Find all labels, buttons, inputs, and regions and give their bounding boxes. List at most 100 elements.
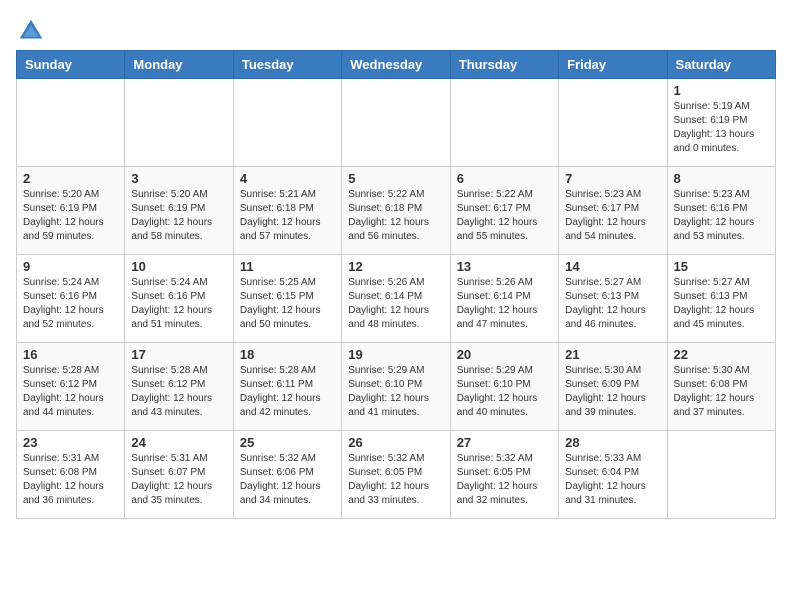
day-info: Sunrise: 5:20 AMSunset: 6:19 PMDaylight:… [131,188,226,244]
day-number: 11 [240,259,335,274]
day-number: 22 [674,347,769,362]
weekday-header-thursday: Thursday [450,51,558,79]
day-info: Sunrise: 5:28 AMSunset: 6:11 PMDaylight:… [240,364,335,420]
day-info: Sunrise: 5:30 AMSunset: 6:08 PMDaylight:… [674,364,769,420]
calendar-day-cell: 22 Sunrise: 5:30 AMSunset: 6:08 PMDayligh… [667,343,775,431]
calendar-day-cell: 17 Sunrise: 5:28 AMSunset: 6:12 PMDayligh… [125,343,233,431]
calendar-day-cell: 2 Sunrise: 5:20 AMSunset: 6:19 PMDaylight… [17,167,125,255]
day-number: 3 [131,171,226,186]
day-info: Sunrise: 5:27 AMSunset: 6:13 PMDaylight:… [674,276,769,332]
day-info: Sunrise: 5:27 AMSunset: 6:13 PMDaylight:… [565,276,660,332]
day-info: Sunrise: 5:19 AMSunset: 6:19 PMDaylight:… [674,100,769,156]
calendar-day-cell: 7 Sunrise: 5:23 AMSunset: 6:17 PMDaylight… [559,167,667,255]
calendar-header-row: SundayMondayTuesdayWednesdayThursdayFrid… [17,51,776,79]
day-info: Sunrise: 5:31 AMSunset: 6:07 PMDaylight:… [131,452,226,508]
logo-icon [16,16,46,46]
day-number: 7 [565,171,660,186]
day-info: Sunrise: 5:25 AMSunset: 6:15 PMDaylight:… [240,276,335,332]
day-info: Sunrise: 5:20 AMSunset: 6:19 PMDaylight:… [23,188,118,244]
day-number: 21 [565,347,660,362]
day-number: 18 [240,347,335,362]
calendar-day-cell: 9 Sunrise: 5:24 AMSunset: 6:16 PMDaylight… [17,255,125,343]
day-number: 13 [457,259,552,274]
day-info: Sunrise: 5:23 AMSunset: 6:16 PMDaylight:… [674,188,769,244]
calendar-day-cell: 20 Sunrise: 5:29 AMSunset: 6:10 PMDayligh… [450,343,558,431]
day-info: Sunrise: 5:24 AMSunset: 6:16 PMDaylight:… [23,276,118,332]
day-info: Sunrise: 5:30 AMSunset: 6:09 PMDaylight:… [565,364,660,420]
calendar-day-cell [342,79,450,167]
day-number: 10 [131,259,226,274]
logo [16,16,50,46]
day-info: Sunrise: 5:26 AMSunset: 6:14 PMDaylight:… [348,276,443,332]
weekday-header-monday: Monday [125,51,233,79]
day-info: Sunrise: 5:31 AMSunset: 6:08 PMDaylight:… [23,452,118,508]
day-number: 25 [240,435,335,450]
day-number: 4 [240,171,335,186]
calendar-day-cell [667,431,775,519]
day-info: Sunrise: 5:32 AMSunset: 6:05 PMDaylight:… [348,452,443,508]
day-number: 28 [565,435,660,450]
day-number: 19 [348,347,443,362]
day-info: Sunrise: 5:22 AMSunset: 6:17 PMDaylight:… [457,188,552,244]
calendar-week-row: 1 Sunrise: 5:19 AMSunset: 6:19 PMDaylight… [17,79,776,167]
calendar-day-cell: 3 Sunrise: 5:20 AMSunset: 6:19 PMDaylight… [125,167,233,255]
day-number: 20 [457,347,552,362]
calendar-day-cell: 26 Sunrise: 5:32 AMSunset: 6:05 PMDayligh… [342,431,450,519]
calendar-day-cell: 10 Sunrise: 5:24 AMSunset: 6:16 PMDayligh… [125,255,233,343]
day-info: Sunrise: 5:32 AMSunset: 6:05 PMDaylight:… [457,452,552,508]
day-info: Sunrise: 5:32 AMSunset: 6:06 PMDaylight:… [240,452,335,508]
day-number: 26 [348,435,443,450]
day-info: Sunrise: 5:24 AMSunset: 6:16 PMDaylight:… [131,276,226,332]
calendar-day-cell: 19 Sunrise: 5:29 AMSunset: 6:10 PMDayligh… [342,343,450,431]
day-number: 16 [23,347,118,362]
day-number: 14 [565,259,660,274]
calendar-table: SundayMondayTuesdayWednesdayThursdayFrid… [16,50,776,519]
calendar-day-cell: 11 Sunrise: 5:25 AMSunset: 6:15 PMDayligh… [233,255,341,343]
day-number: 9 [23,259,118,274]
day-info: Sunrise: 5:23 AMSunset: 6:17 PMDaylight:… [565,188,660,244]
calendar-day-cell: 8 Sunrise: 5:23 AMSunset: 6:16 PMDaylight… [667,167,775,255]
day-number: 2 [23,171,118,186]
day-info: Sunrise: 5:28 AMSunset: 6:12 PMDaylight:… [131,364,226,420]
calendar-day-cell: 5 Sunrise: 5:22 AMSunset: 6:18 PMDaylight… [342,167,450,255]
day-number: 1 [674,83,769,98]
day-number: 6 [457,171,552,186]
day-number: 27 [457,435,552,450]
day-info: Sunrise: 5:22 AMSunset: 6:18 PMDaylight:… [348,188,443,244]
day-number: 23 [23,435,118,450]
calendar-day-cell: 6 Sunrise: 5:22 AMSunset: 6:17 PMDaylight… [450,167,558,255]
calendar-week-row: 2 Sunrise: 5:20 AMSunset: 6:19 PMDaylight… [17,167,776,255]
day-info: Sunrise: 5:26 AMSunset: 6:14 PMDaylight:… [457,276,552,332]
calendar-day-cell: 23 Sunrise: 5:31 AMSunset: 6:08 PMDayligh… [17,431,125,519]
day-info: Sunrise: 5:29 AMSunset: 6:10 PMDaylight:… [348,364,443,420]
day-number: 12 [348,259,443,274]
day-info: Sunrise: 5:29 AMSunset: 6:10 PMDaylight:… [457,364,552,420]
calendar-day-cell: 4 Sunrise: 5:21 AMSunset: 6:18 PMDaylight… [233,167,341,255]
day-number: 17 [131,347,226,362]
calendar-day-cell: 18 Sunrise: 5:28 AMSunset: 6:11 PMDayligh… [233,343,341,431]
calendar-day-cell: 12 Sunrise: 5:26 AMSunset: 6:14 PMDayligh… [342,255,450,343]
day-info: Sunrise: 5:21 AMSunset: 6:18 PMDaylight:… [240,188,335,244]
calendar-day-cell: 16 Sunrise: 5:28 AMSunset: 6:12 PMDayligh… [17,343,125,431]
calendar-day-cell [17,79,125,167]
calendar-day-cell: 28 Sunrise: 5:33 AMSunset: 6:04 PMDayligh… [559,431,667,519]
calendar-day-cell [559,79,667,167]
calendar-day-cell [233,79,341,167]
calendar-week-row: 16 Sunrise: 5:28 AMSunset: 6:12 PMDayligh… [17,343,776,431]
calendar-day-cell [125,79,233,167]
calendar-day-cell: 13 Sunrise: 5:26 AMSunset: 6:14 PMDayligh… [450,255,558,343]
day-number: 5 [348,171,443,186]
day-number: 8 [674,171,769,186]
weekday-header-saturday: Saturday [667,51,775,79]
calendar-day-cell: 21 Sunrise: 5:30 AMSunset: 6:09 PMDayligh… [559,343,667,431]
day-number: 24 [131,435,226,450]
weekday-header-tuesday: Tuesday [233,51,341,79]
weekday-header-wednesday: Wednesday [342,51,450,79]
day-info: Sunrise: 5:33 AMSunset: 6:04 PMDaylight:… [565,452,660,508]
day-number: 15 [674,259,769,274]
calendar-day-cell [450,79,558,167]
calendar-day-cell: 1 Sunrise: 5:19 AMSunset: 6:19 PMDaylight… [667,79,775,167]
day-info: Sunrise: 5:28 AMSunset: 6:12 PMDaylight:… [23,364,118,420]
weekday-header-friday: Friday [559,51,667,79]
calendar-day-cell: 27 Sunrise: 5:32 AMSunset: 6:05 PMDayligh… [450,431,558,519]
